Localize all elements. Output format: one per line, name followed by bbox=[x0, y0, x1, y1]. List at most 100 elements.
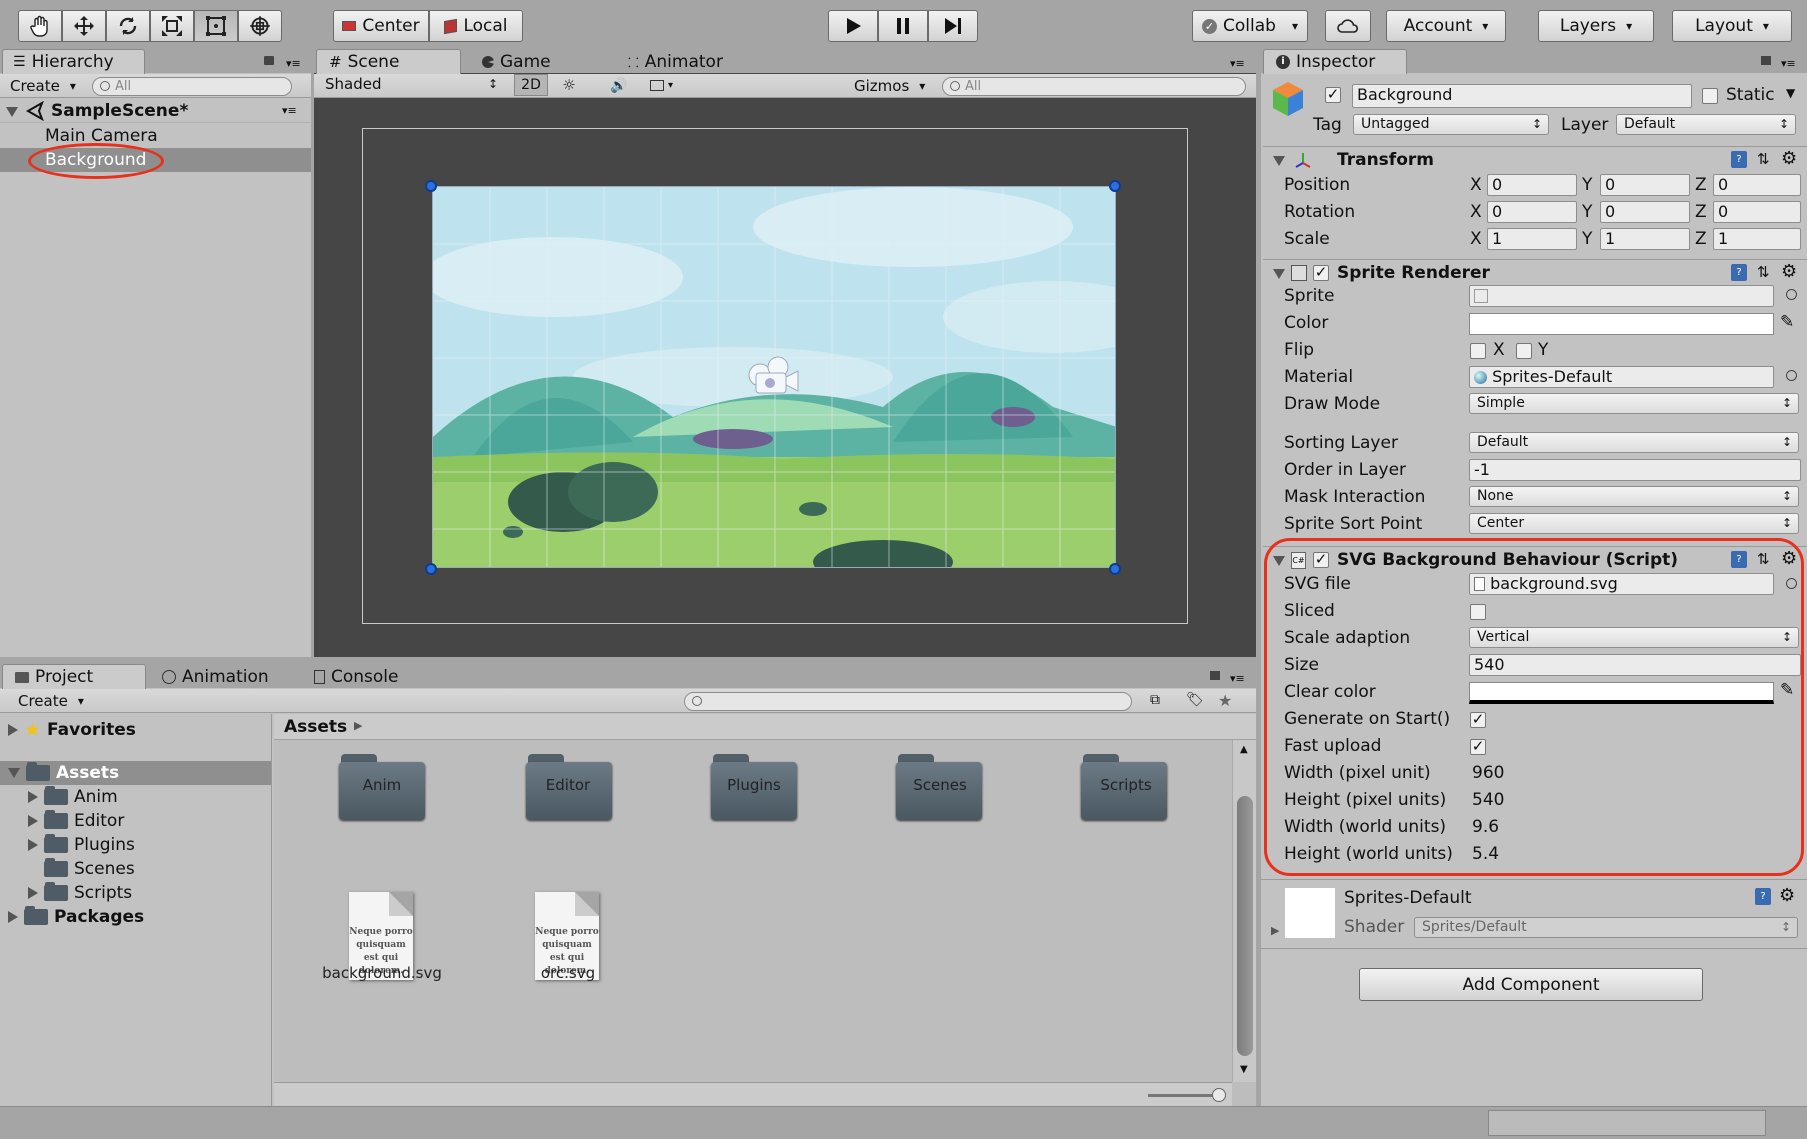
sprite-renderer-header[interactable]: ✓ Sprite Renderer ? ⇅ ⚙ bbox=[1263, 259, 1807, 285]
object-picker-icon[interactable] bbox=[1786, 370, 1797, 381]
tag-dropdown[interactable]: Untagged bbox=[1353, 114, 1549, 135]
move-tool-button[interactable] bbox=[62, 10, 106, 42]
rect-handle-top-left[interactable] bbox=[425, 180, 437, 192]
layers-dropdown[interactable]: Layers bbox=[1538, 10, 1654, 42]
rect-tool-button[interactable] bbox=[194, 10, 238, 42]
transform-header[interactable]: Transform ? ⇅ ⚙ bbox=[1263, 146, 1807, 172]
vertical-scrollbar[interactable]: ▲ ▼ bbox=[1232, 740, 1256, 1082]
sprite-sort-point-dropdown[interactable]: Center bbox=[1469, 513, 1799, 534]
scene-root[interactable]: SampleScene* ▾≡ bbox=[0, 99, 311, 123]
filter-type-icon[interactable]: ⧉ bbox=[1150, 692, 1160, 708]
collapse-arrow-icon[interactable] bbox=[8, 911, 18, 923]
panel-menu-icon[interactable]: ▾≡ bbox=[1230, 57, 1245, 70]
tab-scene[interactable]: # Scene bbox=[316, 49, 461, 74]
tree-item[interactable]: Anim bbox=[28, 786, 118, 808]
account-dropdown[interactable]: Account bbox=[1386, 10, 1506, 42]
pivot-center-button[interactable]: Center bbox=[333, 10, 429, 42]
pivot-local-button[interactable]: Local bbox=[429, 10, 523, 42]
tree-item[interactable]: Editor bbox=[28, 810, 124, 832]
expand-arrow-icon[interactable] bbox=[8, 768, 20, 778]
favorite-star-icon[interactable]: ★ bbox=[1218, 691, 1232, 710]
flip-y-checkbox[interactable] bbox=[1516, 343, 1532, 359]
rotation-x-field[interactable]: 0 bbox=[1487, 201, 1577, 223]
scrollbar-thumb[interactable] bbox=[1237, 796, 1253, 1056]
tab-animation[interactable]: Animation bbox=[162, 666, 269, 688]
sprite-field[interactable] bbox=[1469, 285, 1774, 307]
transform-tool-button[interactable] bbox=[238, 10, 282, 42]
tab-project[interactable]: Project bbox=[2, 664, 146, 689]
gizmos-dropdown[interactable]: Gizmos bbox=[848, 76, 931, 96]
layer-dropdown[interactable]: Default bbox=[1616, 114, 1796, 135]
collab-dropdown[interactable]: ✓ Collab bbox=[1192, 10, 1308, 42]
position-z-field[interactable]: 0 bbox=[1713, 174, 1801, 196]
expand-arrow-icon[interactable] bbox=[1273, 269, 1285, 279]
object-name-field[interactable]: Background bbox=[1352, 84, 1692, 108]
presets-icon[interactable]: ⇅ bbox=[1757, 263, 1770, 281]
order-in-layer-field[interactable]: -1 bbox=[1469, 459, 1801, 481]
tab-animator[interactable]: ⸬ Animator bbox=[628, 51, 723, 73]
help-book-icon[interactable]: ? bbox=[1731, 264, 1747, 281]
collapse-arrow-icon[interactable] bbox=[28, 791, 38, 803]
help-book-icon[interactable]: ? bbox=[1755, 888, 1771, 905]
hierarchy-search-input[interactable]: All bbox=[92, 77, 292, 96]
audio-toggle[interactable]: 🔊 bbox=[604, 75, 634, 95]
tree-item[interactable]: Scripts bbox=[28, 882, 132, 904]
flip-x-checkbox[interactable] bbox=[1470, 343, 1486, 359]
scroll-up-arrow-icon[interactable]: ▲ bbox=[1240, 744, 1248, 755]
add-component-button[interactable]: Add Component bbox=[1359, 968, 1703, 1001]
color-swatch[interactable] bbox=[1469, 313, 1774, 335]
tree-item[interactable]: Scenes bbox=[44, 858, 135, 880]
lock-icon[interactable] bbox=[264, 56, 274, 65]
collapse-arrow-icon[interactable] bbox=[8, 724, 18, 736]
object-picker-icon[interactable] bbox=[1786, 289, 1797, 300]
slider-knob[interactable] bbox=[1212, 1088, 1226, 1102]
sprite-renderer-enabled-checkbox[interactable]: ✓ bbox=[1313, 265, 1329, 281]
shading-mode-dropdown[interactable]: Shaded bbox=[318, 75, 504, 96]
collapse-arrow-icon[interactable] bbox=[28, 887, 38, 899]
eyedropper-icon[interactable]: ✎ bbox=[1780, 312, 1794, 332]
help-book-icon[interactable]: ? bbox=[1731, 151, 1747, 168]
rect-handle-bottom-right[interactable] bbox=[1109, 563, 1121, 575]
scroll-down-arrow-icon[interactable]: ▼ bbox=[1240, 1064, 1248, 1075]
mask-interaction-dropdown[interactable]: None bbox=[1469, 486, 1799, 507]
panel-menu-icon[interactable]: ▾≡ bbox=[286, 57, 301, 70]
material-expand-arrow-icon[interactable]: ▶ bbox=[1271, 924, 1279, 937]
draw-mode-dropdown[interactable]: Simple bbox=[1469, 393, 1799, 414]
tab-game[interactable]: Game bbox=[482, 51, 551, 73]
gear-icon[interactable]: ⚙ bbox=[1779, 885, 1795, 906]
gear-icon[interactable]: ⚙ bbox=[1781, 148, 1797, 169]
rotation-z-field[interactable]: 0 bbox=[1713, 201, 1801, 223]
tab-hierarchy[interactable]: ☰ Hierarchy bbox=[2, 49, 145, 74]
tab-inspector[interactable]: i Inspector bbox=[1263, 49, 1407, 74]
layout-dropdown[interactable]: Layout bbox=[1672, 10, 1792, 42]
hand-tool-button[interactable] bbox=[18, 10, 62, 42]
breadcrumb-assets[interactable]: Assets bbox=[284, 717, 347, 737]
icon-size-slider[interactable] bbox=[1148, 1094, 1220, 1097]
expand-arrow-icon[interactable] bbox=[1273, 156, 1285, 166]
active-checkbox[interactable]: ✓ bbox=[1325, 87, 1341, 103]
tab-console[interactable]: Console bbox=[314, 666, 399, 688]
filter-label-icon[interactable]: 🏷 bbox=[1186, 692, 1204, 708]
scale-z-field[interactable]: 1 bbox=[1713, 228, 1801, 250]
lighting-toggle[interactable]: ☼ bbox=[554, 75, 584, 95]
project-search-input[interactable] bbox=[684, 692, 1132, 711]
play-button[interactable] bbox=[828, 10, 878, 42]
material-field[interactable]: Sprites-Default bbox=[1469, 366, 1774, 388]
static-dropdown-arrow-icon[interactable]: ▼ bbox=[1786, 86, 1795, 100]
sorting-layer-dropdown[interactable]: Default bbox=[1469, 432, 1799, 453]
scale-y-field[interactable]: 1 bbox=[1600, 228, 1690, 250]
mode-2d-toggle[interactable]: 2D bbox=[514, 74, 548, 96]
project-create-dropdown[interactable]: Create bbox=[12, 691, 90, 711]
hierarchy-item[interactable]: Main Camera bbox=[0, 124, 311, 148]
scene-menu-icon[interactable]: ▾≡ bbox=[282, 104, 297, 117]
rotation-y-field[interactable]: 0 bbox=[1600, 201, 1690, 223]
panel-menu-icon[interactable]: ▾≡ bbox=[1781, 57, 1796, 70]
pause-button[interactable] bbox=[878, 10, 928, 42]
collapse-arrow-icon[interactable] bbox=[28, 839, 38, 851]
gear-icon[interactable]: ⚙ bbox=[1781, 261, 1797, 282]
panel-menu-icon[interactable]: ▾≡ bbox=[1230, 672, 1245, 685]
expand-arrow-icon[interactable] bbox=[6, 107, 18, 117]
hierarchy-create-dropdown[interactable]: Create bbox=[4, 76, 82, 96]
scene-search-input[interactable]: All bbox=[942, 77, 1246, 96]
tree-item[interactable]: Plugins bbox=[28, 834, 135, 856]
